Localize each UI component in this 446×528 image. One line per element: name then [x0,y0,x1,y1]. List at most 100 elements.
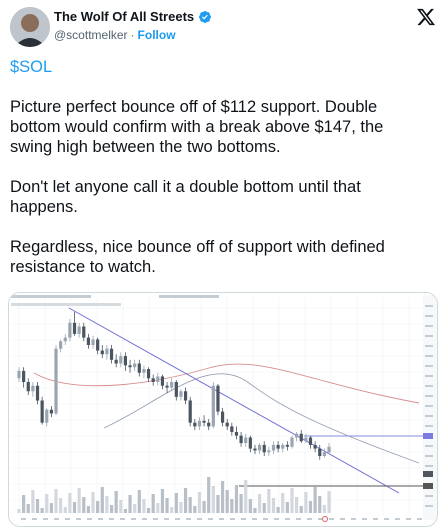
author-handle-row: @scottmelker · Follow [54,28,176,42]
author-display-name[interactable]: The Wolf Of All Streets [54,9,194,24]
time-tick-label [417,518,422,520]
volume-bar [174,493,178,513]
candle-body [68,322,72,338]
volume-bar [262,503,266,513]
candle-body [100,350,104,355]
candle-body [207,422,211,427]
author-handle[interactable]: @scottmelker [54,28,128,42]
candle-body [313,444,317,449]
avatar[interactable] [10,7,50,47]
price-tick-label [425,425,433,427]
time-tick-label [384,518,389,520]
time-tick-label [307,518,312,520]
time-tick-label [351,518,356,520]
volume-bar [160,489,165,513]
time-tick-label [65,518,70,520]
volume-bar [225,490,229,513]
candle-body [17,370,21,379]
candle-body [109,348,114,360]
time-tick-label [43,518,48,520]
candle-body [119,356,123,364]
price-tick-label [425,445,433,447]
time-tick-label [406,518,411,520]
candle-body [22,370,26,382]
candle-body [188,400,192,423]
price-tick-label [425,495,433,497]
volume-bar [188,497,192,513]
candle-body [183,391,188,401]
tweet-body: $SOL Picture perfect bounce off of $112 … [10,57,430,297]
candle-body [308,437,313,445]
volume-bar [170,507,174,513]
candle-body [45,409,49,423]
time-tick-label [274,518,279,520]
chart-image[interactable] [8,292,438,527]
time-tick-label [186,518,191,520]
volume-bar [234,485,239,513]
time-tick-label [252,518,257,520]
candle-body [239,435,243,444]
time-tick-label [32,518,37,520]
volume-bar [119,500,123,513]
time-tick-label [87,518,92,520]
volume-bar [290,488,294,513]
avatar-image [10,7,50,47]
candle-body [40,400,44,423]
candle-body [160,376,165,386]
candle-body [86,337,91,345]
volume-bar [63,507,67,513]
candle-body [267,450,271,453]
candle-body [151,378,155,382]
time-tick-label [241,518,246,520]
candle-body [174,382,178,397]
price-tick-label [425,405,433,407]
follow-button[interactable]: Follow [138,28,176,42]
candle-body [91,339,95,345]
price-tick-label [425,305,433,307]
volume-bar [211,486,215,513]
candle-body [230,426,234,432]
price-tick-label [425,455,433,457]
volume-bar [35,499,40,513]
candle-body [156,376,160,382]
volume-bar [77,488,81,513]
x-logo-icon[interactable] [416,7,436,27]
volume-bar [295,497,299,513]
time-tick-label [362,518,367,520]
candle-body [146,369,151,379]
volume-bar [105,496,109,513]
candle-body [165,385,169,388]
candle-body [170,382,174,388]
volume-bar [142,499,146,513]
time-tick-label [208,518,213,520]
candle-body [262,444,266,453]
time-tick-label [395,518,400,520]
candle-body [234,431,239,436]
candle-body [248,437,252,449]
price-tick-label [425,325,433,327]
volume-bar [183,488,188,513]
candle-body [26,382,30,392]
volume-bar [239,494,243,513]
time-tick-label [54,518,59,520]
time-tick-label [373,518,378,520]
candle-body [179,391,183,397]
time-tick-label [142,518,147,520]
candle-body [295,433,299,438]
candle-body [128,365,132,368]
chart-header-text-3 [159,295,219,298]
candle-body [299,433,303,442]
candle-body [123,356,128,366]
candle-body [197,420,202,427]
time-tick-label [120,518,125,520]
candle-body [59,341,63,349]
volume-bar [197,492,202,513]
candle-body [304,437,308,442]
time-tick-label [263,518,268,520]
verified-badge-icon [199,10,212,23]
current-price-tag [423,471,433,477]
volume-bar [96,501,100,513]
cashtag-link[interactable]: $SOL [10,58,52,76]
candle-body [318,448,322,456]
volume-bar [216,495,220,513]
